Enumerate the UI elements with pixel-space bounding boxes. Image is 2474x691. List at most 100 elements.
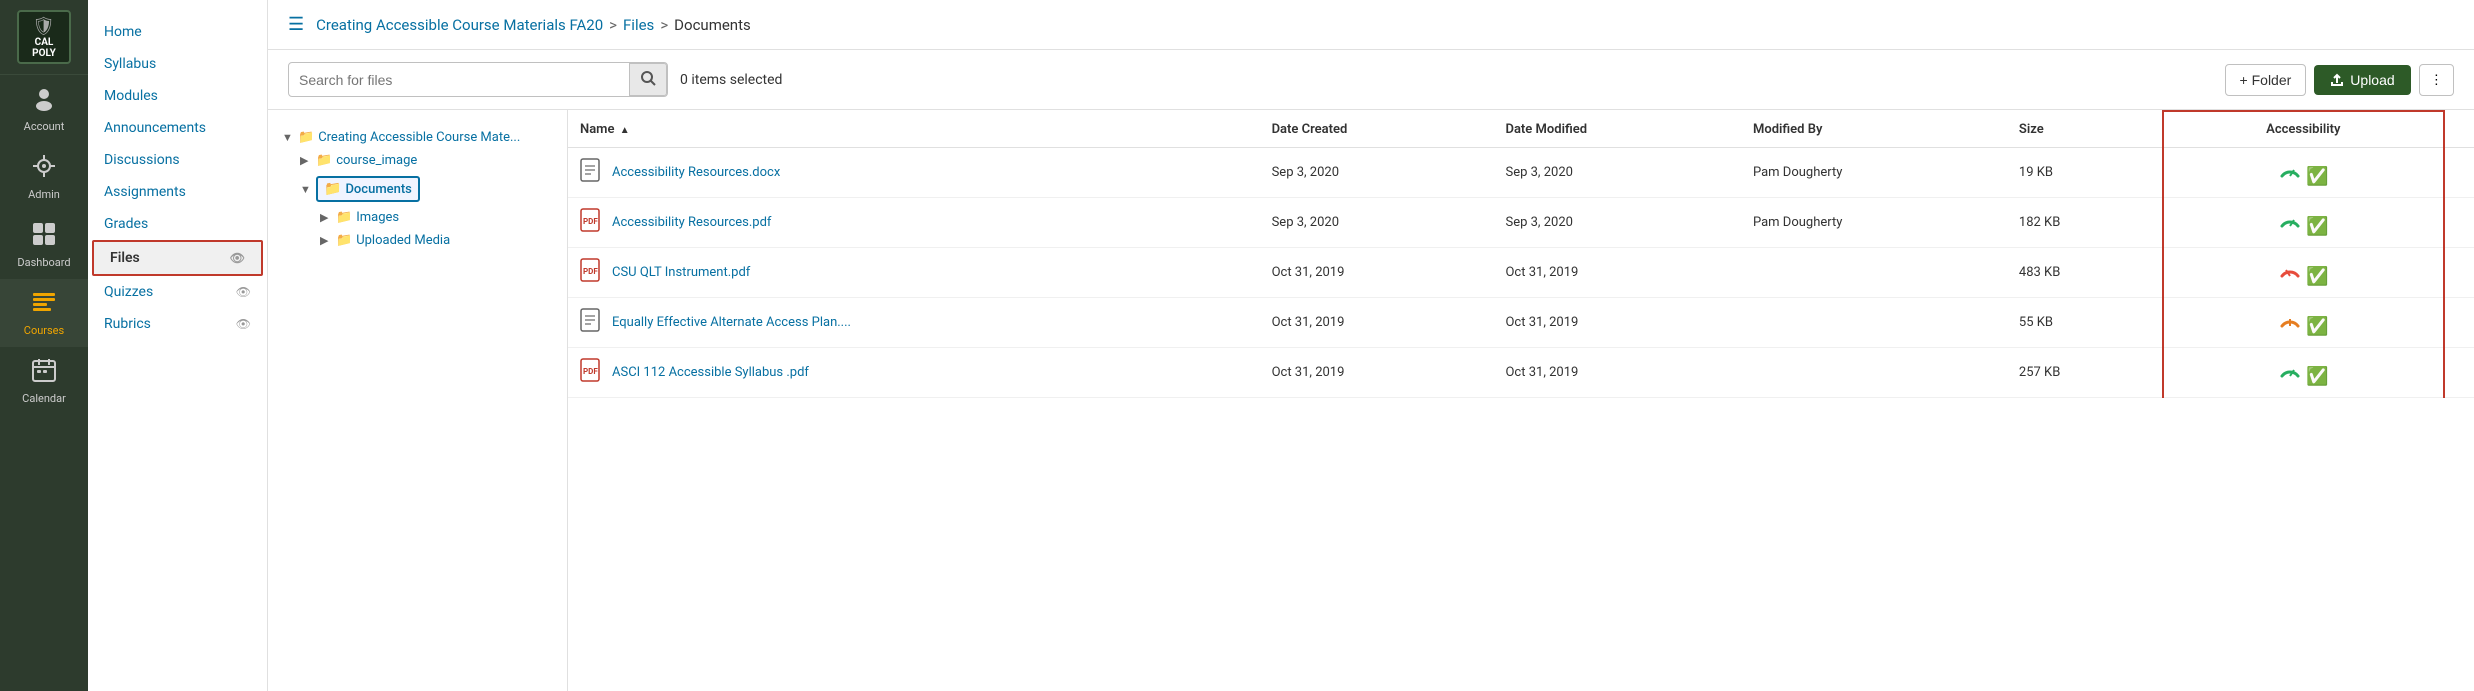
col-accessibility[interactable]: Accessibility bbox=[2163, 111, 2444, 148]
col-date-modified[interactable]: Date Modified bbox=[1493, 111, 1741, 148]
breadcrumb-documents: Documents bbox=[674, 16, 751, 34]
cell-actions-4 bbox=[2444, 298, 2474, 348]
nav-home[interactable]: Home bbox=[88, 16, 267, 48]
nav-discussions[interactable]: Discussions bbox=[88, 144, 267, 176]
sidebar-item-dashboard[interactable]: Dashboard bbox=[0, 211, 88, 279]
cell-date-created-3: Oct 31, 2019 bbox=[1260, 248, 1494, 298]
cell-date-created-2: Sep 3, 2020 bbox=[1260, 198, 1494, 248]
tree-images-label: Images bbox=[356, 210, 399, 225]
tree-uploaded-media-arrow: ▶ bbox=[320, 234, 332, 247]
col-size[interactable]: Size bbox=[2007, 111, 2163, 148]
accessibility-check-2: ✅ bbox=[2306, 216, 2328, 237]
accessibility-gauge-4 bbox=[2278, 316, 2306, 337]
quizzes-eye-icon: 👁 bbox=[236, 285, 251, 299]
tree-images-arrow: ▶ bbox=[320, 211, 332, 224]
cell-date-created-5: Oct 31, 2019 bbox=[1260, 348, 1494, 398]
cell-modified-by-5 bbox=[1741, 348, 2007, 398]
courses-label: Courses bbox=[24, 324, 64, 337]
main-content: ☰ Creating Accessible Course Materials F… bbox=[268, 0, 2474, 691]
nav-announcements[interactable]: Announcements bbox=[88, 112, 267, 144]
cell-date-modified-5: Oct 31, 2019 bbox=[1493, 348, 1741, 398]
accessibility-check-3: ✅ bbox=[2306, 266, 2328, 287]
cell-date-created-4: Oct 31, 2019 bbox=[1260, 298, 1494, 348]
cell-modified-by-2: Pam Dougherty bbox=[1741, 198, 2007, 248]
cell-accessibility-4: ✅ bbox=[2163, 298, 2444, 348]
cell-accessibility-5: ✅ bbox=[2163, 348, 2444, 398]
sidebar-item-calendar[interactable]: Calendar bbox=[0, 347, 88, 415]
more-options-button[interactable]: ⋮ bbox=[2419, 64, 2454, 96]
search-box bbox=[288, 62, 668, 97]
cell-date-created-1: Sep 3, 2020 bbox=[1260, 148, 1494, 198]
nav-files[interactable]: Files 👁 bbox=[94, 242, 261, 274]
table-row: Accessibility Resources.docx Sep 3, 2020… bbox=[568, 148, 2474, 198]
tree-documents-label: Documents bbox=[345, 182, 411, 197]
cell-modified-by-4 bbox=[1741, 298, 2007, 348]
account-icon bbox=[31, 85, 57, 117]
hamburger-button[interactable]: ☰ bbox=[288, 14, 304, 35]
tree-course-image[interactable]: ▶ 📁 course_image bbox=[280, 149, 555, 172]
accessibility-gauge-5 bbox=[2278, 366, 2306, 387]
file-table: Name ▲ Date Created Date Modified Modifi… bbox=[568, 110, 2474, 398]
cell-accessibility-1: ✅ bbox=[2163, 148, 2444, 198]
tree-uploaded-media[interactable]: ▶ 📁 Uploaded Media bbox=[280, 229, 555, 252]
upload-label: Upload bbox=[2350, 72, 2394, 88]
breadcrumb-course[interactable]: Creating Accessible Course Materials FA2… bbox=[316, 16, 603, 34]
sort-arrow: ▲ bbox=[620, 125, 630, 136]
files-area: ▼ 📁 Creating Accessible Course Mate... ▶… bbox=[268, 110, 2474, 691]
pdf-icon-2: PDF bbox=[580, 208, 604, 237]
cell-date-modified-2: Sep 3, 2020 bbox=[1493, 198, 1741, 248]
nav-modules[interactable]: Modules bbox=[88, 80, 267, 112]
search-input[interactable] bbox=[299, 72, 621, 88]
file-name-5[interactable]: ASCI 112 Accessible Syllabus .pdf bbox=[612, 365, 809, 380]
nav-assignments[interactable]: Assignments bbox=[88, 176, 267, 208]
header: ☰ Creating Accessible Course Materials F… bbox=[268, 0, 2474, 50]
doc-icon-1 bbox=[580, 158, 604, 187]
cell-size-1: 19 KB bbox=[2007, 148, 2163, 198]
accessibility-check-1: ✅ bbox=[2306, 166, 2328, 187]
cell-modified-by-3 bbox=[1741, 248, 2007, 298]
sidebar-item-courses[interactable]: Courses bbox=[0, 279, 88, 347]
accessibility-check-4: ✅ bbox=[2306, 316, 2328, 337]
accessibility-gauge-1 bbox=[2278, 166, 2306, 187]
tree-images[interactable]: ▶ 📁 Images bbox=[280, 206, 555, 229]
file-name-1[interactable]: Accessibility Resources.docx bbox=[612, 165, 780, 180]
add-folder-button[interactable]: + Folder bbox=[2225, 64, 2307, 96]
files-item-wrapper: Files 👁 bbox=[92, 240, 263, 276]
cell-actions-3 bbox=[2444, 248, 2474, 298]
cell-size-2: 182 KB bbox=[2007, 198, 2163, 248]
search-button[interactable] bbox=[629, 63, 667, 96]
tree-root-arrow: ▼ bbox=[282, 131, 294, 144]
col-date-created[interactable]: Date Created bbox=[1260, 111, 1494, 148]
account-label: Account bbox=[24, 120, 65, 133]
cell-name-4: Equally Effective Alternate Access Plan.… bbox=[568, 298, 1260, 348]
svg-text:PDF: PDF bbox=[583, 367, 598, 376]
sidebar-item-admin[interactable]: Admin bbox=[0, 143, 88, 211]
breadcrumb-sep2: > bbox=[660, 16, 668, 34]
cell-name-5: PDF ASCI 112 Accessible Syllabus .pdf bbox=[568, 348, 1260, 398]
file-name-2[interactable]: Accessibility Resources.pdf bbox=[612, 215, 771, 230]
upload-button[interactable]: Upload bbox=[2314, 65, 2410, 95]
cell-name-3: PDF CSU QLT Instrument.pdf bbox=[568, 248, 1260, 298]
svg-text:PDF: PDF bbox=[583, 217, 598, 226]
courses-icon bbox=[31, 289, 57, 321]
doc-icon-4 bbox=[580, 308, 604, 337]
nav-rubrics[interactable]: Rubrics 👁 bbox=[88, 308, 267, 340]
breadcrumb-files[interactable]: Files bbox=[623, 16, 654, 34]
nav-quizzes[interactable]: Quizzes 👁 bbox=[88, 276, 267, 308]
tree-documents-arrow: ▼ bbox=[300, 183, 312, 196]
file-name-3[interactable]: CSU QLT Instrument.pdf bbox=[612, 265, 750, 280]
tree-documents[interactable]: ▼ 📁 Documents bbox=[280, 172, 555, 206]
tree-root-label: Creating Accessible Course Mate... bbox=[318, 130, 520, 145]
accessibility-gauge-2 bbox=[2278, 216, 2306, 237]
nav-grades[interactable]: Grades bbox=[88, 208, 267, 240]
table-row: PDF Accessibility Resources.pdf Sep 3, 2… bbox=[568, 198, 2474, 248]
tree-course-image-label: course_image bbox=[336, 153, 417, 168]
nav-syllabus[interactable]: Syllabus bbox=[88, 48, 267, 80]
accessibility-check-5: ✅ bbox=[2306, 366, 2328, 387]
tree-root[interactable]: ▼ 📁 Creating Accessible Course Mate... bbox=[280, 126, 555, 149]
col-name[interactable]: Name ▲ bbox=[568, 111, 1260, 148]
col-modified-by[interactable]: Modified By bbox=[1741, 111, 2007, 148]
file-name-4[interactable]: Equally Effective Alternate Access Plan.… bbox=[612, 315, 851, 330]
sidebar-item-account[interactable]: Account bbox=[0, 75, 88, 143]
icon-sidebar: 🛡 CALPOLY Account Admin bbox=[0, 0, 88, 691]
